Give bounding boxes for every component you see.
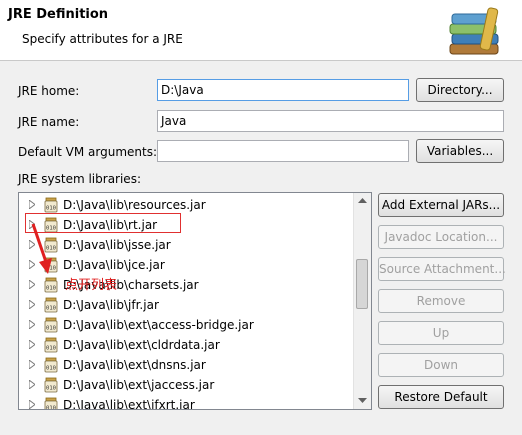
- jar-icon: 010: [44, 297, 58, 313]
- vm-args-field[interactable]: [157, 140, 409, 162]
- add-external-jars-button[interactable]: Add External JARs...: [378, 193, 504, 217]
- list-item-label: D:\Java\lib\ext\jaccess.jar: [63, 378, 215, 392]
- expand-icon[interactable]: [29, 360, 35, 369]
- jar-icon: 010: [44, 337, 58, 353]
- list-item-label: D:\Java\lib\jsse.jar: [63, 238, 171, 252]
- vm-args-label: Default VM arguments:: [18, 145, 158, 159]
- source-attachment-button[interactable]: Source Attachment...: [378, 257, 506, 281]
- list-item-label: D:\Java\lib\jce.jar: [63, 258, 165, 272]
- list-item-label: D:\Java\lib\jfr.jar: [63, 298, 159, 312]
- variables-button[interactable]: Variables...: [416, 139, 504, 163]
- libraries-label: JRE system libraries:: [18, 172, 141, 186]
- svg-text:010: 010: [46, 286, 56, 292]
- scroll-down-icon[interactable]: [358, 398, 367, 404]
- dialog-header: JRE Definition Specify attributes for a …: [0, 0, 522, 61]
- up-button[interactable]: Up: [378, 321, 504, 345]
- jar-icon: 010: [44, 377, 58, 393]
- jre-name-label: JRE name:: [18, 115, 80, 129]
- scrollbar-thumb[interactable]: [356, 259, 368, 309]
- svg-text:010: 010: [46, 406, 56, 411]
- svg-text:010: 010: [46, 346, 56, 352]
- list-item[interactable]: 010 D:\Java\lib\jfr.jar: [19, 295, 354, 315]
- list-item-label: D:\Java\lib\ext\access-bridge.jar: [63, 318, 254, 332]
- scroll-up-icon[interactable]: [358, 197, 367, 203]
- restore-default-button[interactable]: Restore Default: [378, 385, 504, 409]
- page-title: JRE Definition: [8, 7, 109, 22]
- list-item[interactable]: 010 D:\Java\lib\ext\access-bridge.jar: [19, 315, 354, 335]
- jar-icon: 010: [44, 317, 58, 333]
- jre-home-field[interactable]: D:\Java: [157, 79, 409, 101]
- list-item[interactable]: 010 D:\Java\lib\ext\jfxrt.jar: [19, 395, 354, 411]
- svg-text:010: 010: [46, 326, 56, 332]
- jar-icon: 010: [44, 197, 58, 213]
- list-item-label: D:\Java\lib\ext\cldrdata.jar: [63, 338, 220, 352]
- list-item[interactable]: 010 D:\Java\lib\jsse.jar: [19, 235, 354, 255]
- jre-home-label: JRE home:: [18, 84, 80, 98]
- vertical-scrollbar[interactable]: [353, 193, 371, 409]
- svg-text:010: 010: [46, 386, 56, 392]
- list-item[interactable]: 010 D:\Java\lib\ext\cldrdata.jar: [19, 335, 354, 355]
- jre-name-field[interactable]: Java: [157, 110, 504, 132]
- annotation-text: 点开列表: [65, 278, 118, 293]
- expand-icon[interactable]: [29, 200, 35, 209]
- books-icon: [449, 7, 499, 55]
- svg-text:010: 010: [46, 206, 56, 212]
- svg-text:010: 010: [46, 306, 56, 312]
- annotation-arrow-icon: [31, 223, 52, 274]
- down-button[interactable]: Down: [378, 353, 504, 377]
- list-item-label: D:\Java\lib\ext\jfxrt.jar: [63, 398, 195, 410]
- list-item-label: D:\Java\lib\ext\dnsns.jar: [63, 358, 206, 372]
- list-item[interactable]: 010 D:\Java\lib\resources.jar: [19, 195, 354, 215]
- expand-icon[interactable]: [29, 380, 35, 389]
- page-subtitle: Specify attributes for a JRE: [22, 32, 183, 46]
- directory-button[interactable]: Directory...: [416, 78, 504, 102]
- list-item[interactable]: 010 D:\Java\lib\jce.jar: [19, 255, 354, 275]
- expand-icon[interactable]: [29, 280, 35, 289]
- expand-icon[interactable]: [29, 400, 35, 409]
- javadoc-location-button[interactable]: Javadoc Location...: [378, 225, 504, 249]
- remove-button[interactable]: Remove: [378, 289, 504, 313]
- expand-icon[interactable]: [29, 340, 35, 349]
- list-item[interactable]: 010 D:\Java\lib\ext\dnsns.jar: [19, 355, 354, 375]
- jar-icon: 010: [44, 277, 58, 293]
- expand-icon[interactable]: [29, 300, 35, 309]
- jar-icon: 010: [44, 357, 58, 373]
- svg-text:010: 010: [46, 366, 56, 372]
- expand-icon[interactable]: [29, 320, 35, 329]
- list-item-label: D:\Java\lib\resources.jar: [63, 198, 206, 212]
- list-item[interactable]: 010 D:\Java\lib\ext\jaccess.jar: [19, 375, 354, 395]
- jar-icon: 010: [44, 397, 58, 411]
